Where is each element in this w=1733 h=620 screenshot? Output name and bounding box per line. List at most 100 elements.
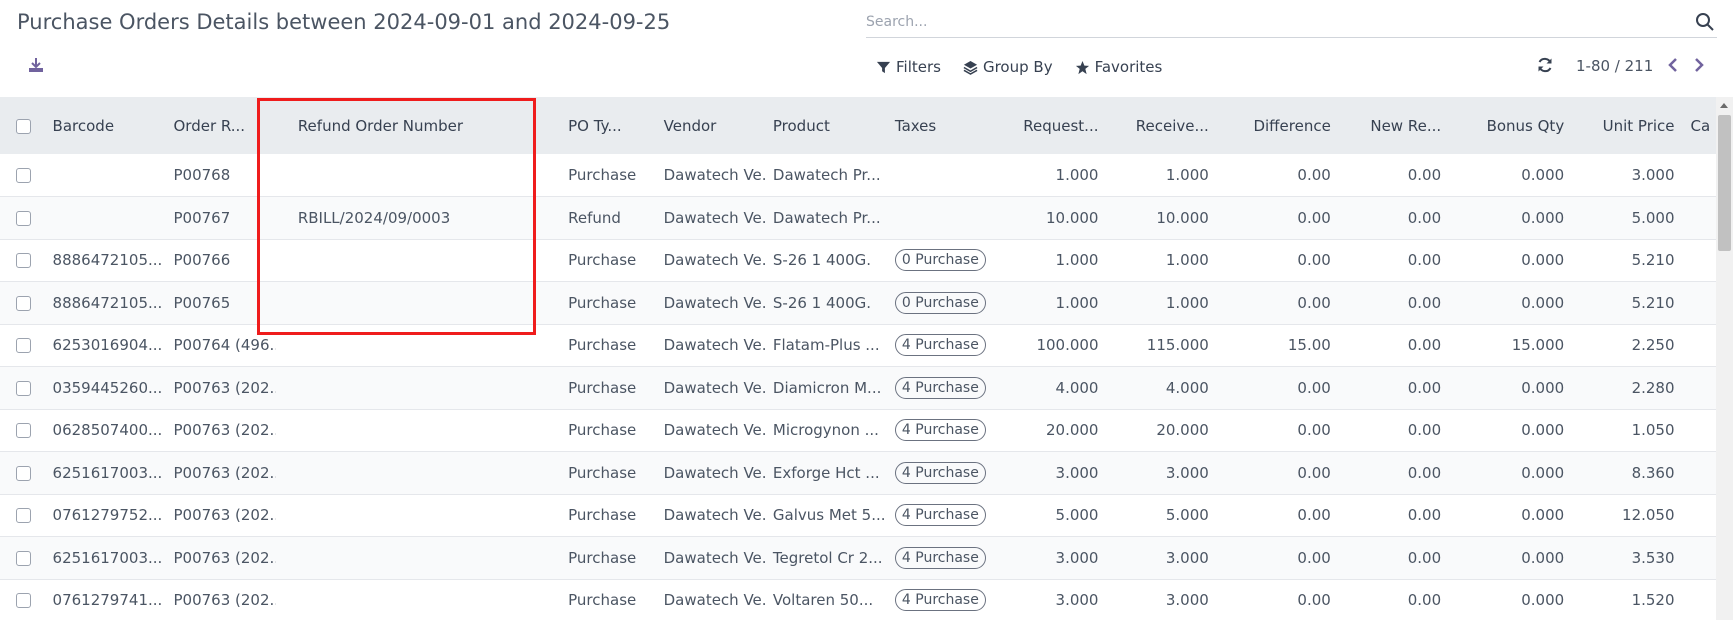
tax-badge: 4 Purchase <box>894 546 986 569</box>
cell-order-reference: P00763 (202... <box>173 463 276 482</box>
row-checkbox[interactable] <box>16 168 31 183</box>
chevron-left-icon[interactable] <box>1664 56 1682 74</box>
table-row[interactable]: 8886472105... P00765 Purchase Dawatech Ve..… <box>0 281 1716 325</box>
cell-barcode: 0628507400... <box>52 421 163 440</box>
column-header[interactable]: Refund Order Number <box>276 97 560 154</box>
row-checkbox[interactable] <box>16 253 31 269</box>
chevron-right-icon[interactable] <box>1690 56 1708 74</box>
cell-taxes <box>887 154 997 197</box>
cell-requested-qty: 5.000 <box>1055 506 1099 525</box>
cell-order-reference: P00763 (202... <box>173 591 276 610</box>
table-row[interactable]: 0359445260... P00763 (202... Purchase Dawat… <box>0 366 1716 410</box>
vertical-scrollbar[interactable] <box>1716 97 1733 620</box>
cell-requested-qty: 1.000 <box>1055 251 1099 270</box>
cell-new-re: 0.00 <box>1407 336 1442 355</box>
table-row[interactable]: 6251617003... P00763 (202... Purchase Dawat… <box>0 451 1716 494</box>
filters-button[interactable]: Filters <box>876 58 941 76</box>
cell-vendor: Dawatech Ve... <box>663 378 765 397</box>
column-header[interactable]: Taxes <box>887 97 997 154</box>
table-header-row: Barcode Order R... Refund Order Number P… <box>0 97 1716 154</box>
tax-badge: 4 Purchase <box>894 589 986 612</box>
table-row[interactable]: 0761279741... P00763 (202... Purchase Dawat… <box>0 579 1716 620</box>
list-view: Barcode Order R... Refund Order Number P… <box>0 97 1716 620</box>
search-bar <box>866 8 1717 38</box>
column-header[interactable]: New Re... <box>1339 97 1449 154</box>
cell-difference: 0.00 <box>1297 378 1331 397</box>
cell-taxes: 4 Purchase <box>887 409 997 452</box>
cell-po-type: Purchase <box>568 591 637 610</box>
table-row[interactable]: P00767 RBILL/2024/09/0003 Refund Dawatech V… <box>0 196 1716 240</box>
cell-difference: 0.00 <box>1297 293 1331 312</box>
row-checkbox[interactable] <box>16 423 31 439</box>
tax-badge: 4 Purchase <box>894 504 986 527</box>
column-header[interactable]: Vendor <box>656 97 765 154</box>
cell-taxes: 0 Purchase <box>887 239 997 282</box>
cell-requested-qty: 1.000 <box>1055 293 1099 312</box>
table-row[interactable]: 8886472105... P00766 Purchase Dawatech Ve..… <box>0 239 1716 282</box>
select-all-checkbox[interactable] <box>16 118 31 134</box>
cell-difference: 0.00 <box>1297 506 1331 525</box>
row-checkbox[interactable] <box>16 338 31 354</box>
cell-received-qty: 10.000 <box>1156 208 1209 227</box>
cell-barcode <box>45 154 166 197</box>
cell-barcode: 6251617003... <box>52 548 163 567</box>
table-row[interactable]: 6253016904... P00764 (496... Purchase Dawat… <box>0 324 1716 367</box>
column-header[interactable]: Difference <box>1217 97 1339 154</box>
cell-bonus-qty: 0.000 <box>1521 293 1565 312</box>
row-checkbox[interactable] <box>16 210 31 226</box>
cell-overflow <box>1683 494 1716 537</box>
cell-overflow <box>1683 197 1716 240</box>
cell-barcode: 8886472105... <box>52 251 163 270</box>
refresh-icon[interactable] <box>1536 56 1554 74</box>
column-header[interactable]: Barcode <box>45 97 166 154</box>
cell-order-reference: P00765 <box>173 293 231 312</box>
cell-bonus-qty: 0.000 <box>1521 421 1565 440</box>
cell-product: Dawatech Pr... <box>772 166 881 184</box>
tax-badge: 4 Purchase <box>894 419 986 442</box>
row-checkbox[interactable] <box>16 465 31 481</box>
row-checkbox[interactable] <box>16 380 31 396</box>
column-header[interactable]: Ca <box>1683 97 1716 154</box>
search-icon[interactable] <box>1695 12 1715 32</box>
cell-difference: 0.00 <box>1297 421 1331 440</box>
column-header[interactable]: Unit Price <box>1572 97 1682 154</box>
search-input[interactable] <box>866 8 1666 36</box>
column-header[interactable]: Request... <box>997 97 1106 154</box>
column-header[interactable]: PO Ty... <box>560 97 655 154</box>
cell-requested-qty: 20.000 <box>1045 421 1099 440</box>
table-row[interactable]: 6251617003... P00763 (202... Purchase Dawat… <box>0 536 1716 580</box>
cell-refund-order-number <box>276 367 560 410</box>
cell-order-reference: P00763 (202... <box>173 378 276 397</box>
cell-difference: 0.00 <box>1297 591 1331 610</box>
group-by-button[interactable]: Group By <box>963 58 1053 76</box>
table-row[interactable]: 0628507400... P00763 (202... Purchase Dawat… <box>0 409 1716 452</box>
download-icon[interactable] <box>26 55 46 75</box>
pager-value[interactable]: 1-80 / 211 <box>1576 57 1653 75</box>
row-checkbox[interactable] <box>16 550 31 566</box>
row-checkbox[interactable] <box>16 593 31 609</box>
cell-unit-price: 8.360 <box>1631 463 1675 482</box>
column-header[interactable]: Product <box>765 97 887 154</box>
column-header[interactable]: Receive... <box>1106 97 1216 154</box>
column-header[interactable]: Bonus Qty <box>1449 97 1572 154</box>
cell-bonus-qty: 0.000 <box>1521 251 1565 270</box>
cell-difference: 0.00 <box>1297 463 1331 482</box>
cell-bonus-qty: 0.000 <box>1521 378 1565 397</box>
cell-taxes: 4 Purchase <box>887 537 997 580</box>
cell-new-re: 0.00 <box>1407 421 1442 440</box>
cell-refund-order-number <box>276 324 560 367</box>
row-checkbox[interactable] <box>16 295 31 311</box>
cell-bonus-qty: 0.000 <box>1521 548 1565 567</box>
table-row[interactable]: P00768 Purchase Dawatech Ve... Dawatech Pr.… <box>0 154 1716 197</box>
favorites-button[interactable]: Favorites <box>1075 58 1162 76</box>
scroll-up-arrow-icon[interactable] <box>1720 103 1728 108</box>
star-icon <box>1075 60 1089 74</box>
cell-unit-price: 5.210 <box>1631 293 1675 312</box>
scrollbar-thumb[interactable] <box>1718 115 1731 251</box>
row-checkbox[interactable] <box>16 508 31 524</box>
purchase-orders-table: Barcode Order R... Refund Order Number P… <box>0 97 1716 620</box>
column-header[interactable]: Order R... <box>165 97 275 154</box>
table-row[interactable]: 0761279752... P00763 (202... Purchase Dawat… <box>0 494 1716 537</box>
cell-taxes: 0 Purchase <box>887 282 997 325</box>
cell-new-re: 0.00 <box>1407 166 1442 184</box>
